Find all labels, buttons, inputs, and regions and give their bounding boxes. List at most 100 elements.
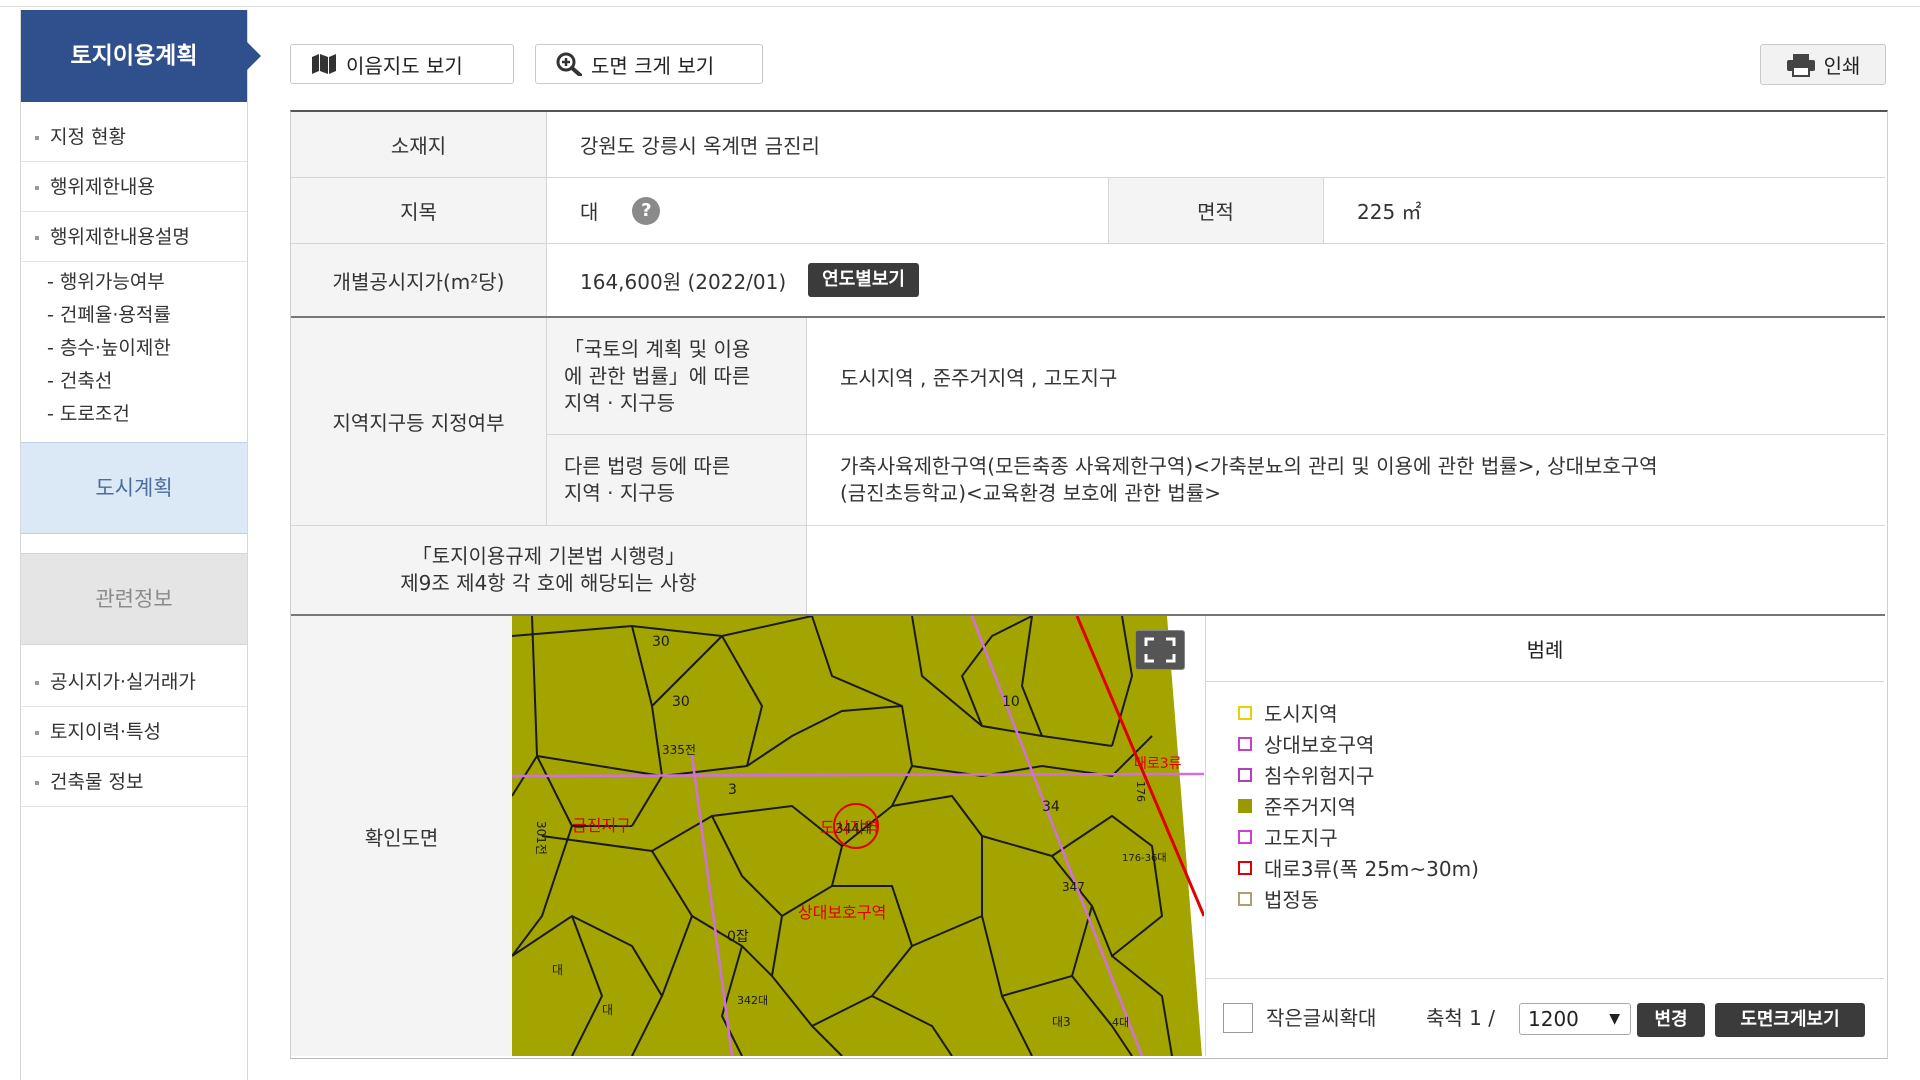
parcel-number: 0잡 [727, 929, 749, 945]
decree-label-line1: 「토지이용규제 기본법 시행령」 [411, 544, 686, 568]
other-law-value-line2: (금진초등학교)<교육환경 보호에 관한 법률> [840, 481, 1221, 505]
sidebar-subitem-height[interactable]: - 층수·높이제한 [21, 332, 247, 365]
legend-swatch [1238, 860, 1252, 875]
legend-item: 고도지구 [1238, 821, 1479, 852]
sidebar-item-land-history[interactable]: 토지이력·특성 [21, 707, 247, 757]
legend-item-label: 고도지구 [1264, 826, 1338, 850]
parcel-number: 301전 [534, 821, 548, 855]
bullet-icon [35, 135, 39, 140]
legend-item: 침수위험지구 [1238, 759, 1479, 790]
sidebar-related-menu: 공시지가·실거래가 토지이력·특성 건축물 정보 [21, 657, 247, 807]
legend-item-label: 침수위험지구 [1264, 764, 1375, 788]
parcel-number: 176-36대 [1122, 852, 1167, 864]
zoom-view-button[interactable]: 도면 크게 보기 [535, 44, 763, 84]
sidebar-item-label: 토지이력·특성 [50, 721, 161, 743]
map-icon [312, 54, 336, 74]
area-value: 225 ㎡ [1323, 178, 1885, 243]
sidebar-city-plan[interactable]: 도시계획 [21, 442, 247, 534]
sidebar-item-label: 공시지가·실거래가 [50, 671, 196, 693]
cadastral-map: 금진지구 도시지역 상대보호구역 대로3류 344대 30 30 335전 3 … [512, 616, 1204, 1056]
other-law-header-text: 다른 법령 등에 따른 지역 · 지구등 [564, 453, 730, 507]
map-label-jigu: 금진지구 [572, 816, 631, 835]
location-header: 소재지 [291, 112, 546, 177]
sidebar-subitem-allowed[interactable]: - 행위가능여부 [21, 266, 247, 299]
national-law-label-line3: 지역 · 지구등 [564, 390, 676, 415]
map-view-label: 이음지도 보기 [346, 53, 463, 78]
print-button[interactable]: 인쇄 [1760, 44, 1886, 85]
legend-swatch [1238, 705, 1252, 720]
yearly-view-button[interactable]: 연도별보기 [808, 263, 919, 297]
legend-swatch [1238, 736, 1252, 751]
parcel-number: 34 [1042, 799, 1060, 815]
map-header: 확인도면 [291, 616, 512, 1056]
parcel-number: 10 [1002, 694, 1020, 710]
decree-header: 「토지이용규제 기본법 시행령」 제9조 제4항 각 호에 해당되는 사항 [291, 526, 806, 614]
sidebar-item-label: 지정 현황 [50, 126, 126, 148]
change-scale-button[interactable]: 변경 [1637, 1003, 1705, 1037]
other-law-header: 다른 법령 등에 따른 지역 · 지구등 [546, 435, 806, 525]
sidebar-item-land-price[interactable]: 공시지가·실거래가 [21, 657, 247, 707]
sidebar-item-building-info[interactable]: 건축물 정보 [21, 757, 247, 807]
decree-header-text: 「토지이용규제 기본법 시행령」 제9조 제4항 각 호에 해당되는 사항 [400, 543, 696, 597]
scale-select[interactable]: 1200 ▼ [1519, 1003, 1631, 1035]
zoom-in-icon [556, 52, 582, 76]
map-label-sangdae: 상대보호구역 [798, 903, 886, 922]
decree-label-line2: 제9조 제4항 각 호에 해당되는 사항 [400, 571, 697, 595]
other-law-value-line1: 가축사육제한구역(모든축종 사육제한구역)<가축분뇨의 관리 및 이용에 관한 … [840, 454, 1658, 478]
map-label-daero: 대로3류 [1134, 756, 1182, 772]
sidebar-subitem-coverage[interactable]: - 건폐율·용적률 [21, 299, 247, 332]
fullscreen-icon [1144, 637, 1176, 663]
legend-swatch [1238, 798, 1252, 813]
sidebar-item-label: 행위제한내용 [50, 176, 155, 198]
sidebar-item-restriction-desc[interactable]: 행위제한내용설명 [21, 212, 247, 262]
land-use-map[interactable]: 금진지구 도시지역 상대보호구역 대로3류 344대 30 30 335전 3 … [512, 616, 1204, 1056]
sidebar-subitem-road[interactable]: - 도로조건 [21, 398, 247, 431]
map-label-parcel-center: 344대 [835, 822, 872, 837]
sidebar-submenu: - 행위가능여부 - 건폐율·용적률 - 층수·높이제한 - 건축선 - 도로조… [21, 266, 247, 431]
legend-item: 도시지역 [1238, 697, 1479, 728]
sidebar-item-restrictions[interactable]: 행위제한내용 [21, 162, 247, 212]
parcel-number: 335전 [662, 743, 696, 757]
printer-icon [1786, 53, 1815, 77]
bullet-icon [35, 730, 39, 735]
legend-item: 법정동 [1238, 883, 1479, 914]
sidebar-title: 토지이용계획 [21, 10, 261, 102]
legend-swatch [1238, 767, 1252, 782]
parcel-number: 대3 [1052, 1015, 1071, 1029]
jimok-value: 대 [580, 200, 599, 224]
sidebar-item-label: 건축물 정보 [50, 771, 144, 793]
scale-label: 축척 1 / [1426, 1006, 1495, 1030]
national-law-header: 「국토의 계획 및 이용 에 관한 법률」에 따른 지역 · 지구등 [546, 318, 806, 434]
parcel-number: 342대 [737, 994, 768, 1007]
scale-value: 1200 [1528, 1007, 1579, 1031]
jimok-cell: 대 ? [546, 178, 1108, 243]
map-view-button[interactable]: 이음지도 보기 [290, 44, 514, 84]
area-header: 면적 [1108, 178, 1323, 243]
bullet-icon [35, 185, 39, 190]
zone-header: 지역지구등 지정여부 [291, 318, 546, 525]
sidebar-subitem-building-line[interactable]: - 건축선 [21, 365, 247, 398]
decree-value [806, 526, 1885, 614]
legend-swatch [1238, 891, 1252, 906]
parcel-number: 대 [552, 963, 563, 977]
legend-item-label: 대로3류(폭 25m~30m) [1264, 857, 1479, 881]
small-text-checkbox[interactable] [1223, 1003, 1253, 1033]
legend-title: 범례 [1206, 616, 1884, 682]
location-value: 강원도 강릉시 옥계면 금진리 [546, 112, 1885, 177]
small-text-label: 작은글씨확대 [1266, 1006, 1377, 1030]
price-header: 개별공시지가(m²당) [291, 244, 546, 316]
sidebar-menu: 지정 현황 행위제한내용 행위제한내용설명 [21, 112, 247, 262]
enlarge-map-button[interactable]: 도면크게보기 [1715, 1003, 1865, 1037]
sidebar-item-designation-status[interactable]: 지정 현황 [21, 112, 247, 162]
bullet-icon [35, 780, 39, 785]
legend-item-label: 법정동 [1264, 888, 1320, 912]
sidebar-item-label: 행위제한내용설명 [50, 226, 190, 248]
other-law-value: 가축사육제한구역(모든축종 사육제한구역)<가축분뇨의 관리 및 이용에 관한 … [806, 435, 1885, 525]
help-icon[interactable]: ? [632, 196, 661, 225]
parcel-number: 176 [1134, 781, 1147, 802]
parcel-number: 347 [1062, 880, 1085, 894]
map-fullscreen-button[interactable] [1135, 630, 1185, 670]
price-cell: 164,600원 (2022/01) 연도별보기 [546, 244, 1885, 316]
other-law-value-text: 가축사육제한구역(모든축종 사육제한구역)<가축분뇨의 관리 및 이용에 관한 … [840, 453, 1658, 507]
sidebar-related-info[interactable]: 관련정보 [21, 553, 247, 645]
